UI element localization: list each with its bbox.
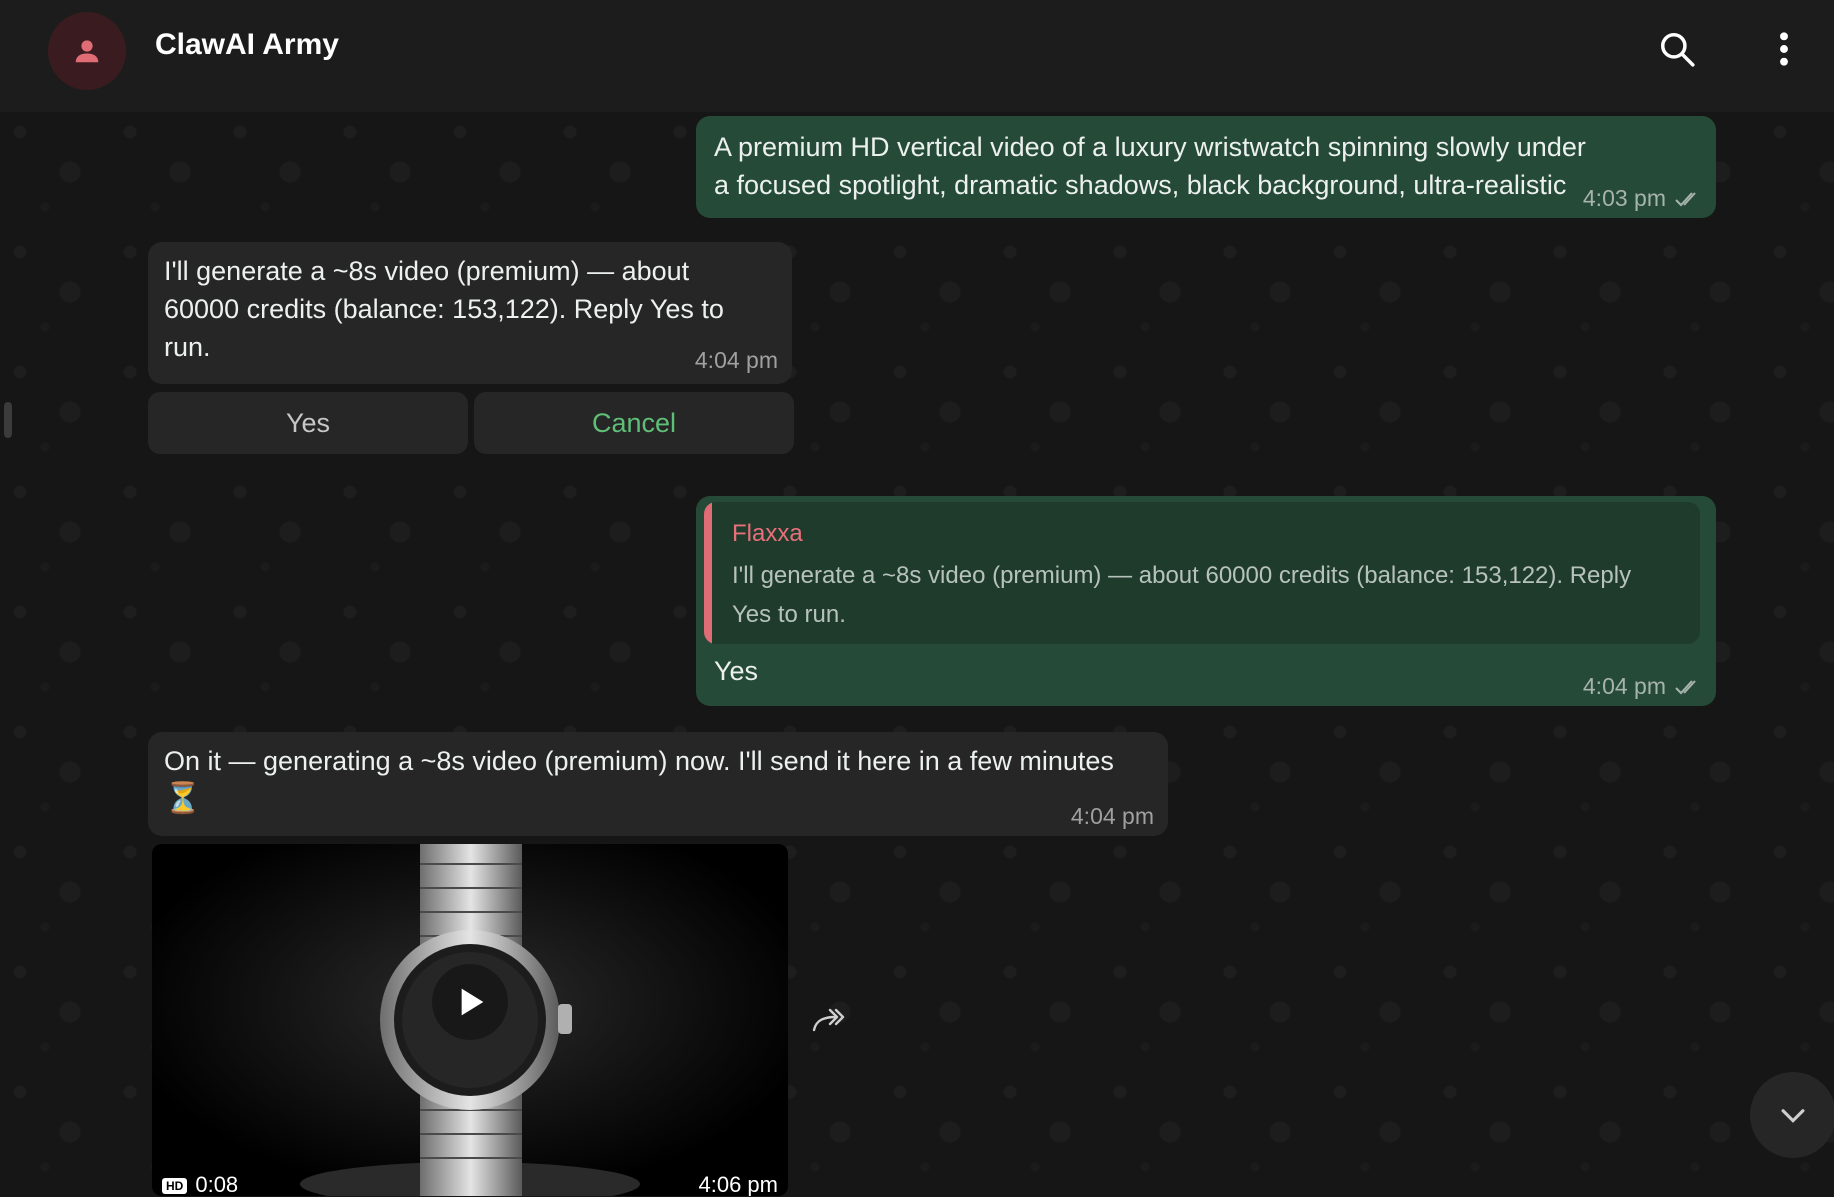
- message-text: Yes: [714, 656, 759, 686]
- quoted-message[interactable]: Flaxxa I'll generate a ~8s video (premiu…: [704, 502, 1700, 644]
- chat-header: ClawAI Army: [0, 0, 1834, 112]
- message-meta: 4:03 pm: [1583, 185, 1700, 212]
- message-text-body: On it — generating a ~8s video (premium)…: [164, 746, 1114, 776]
- hourglass-emoji: ⏳: [164, 782, 202, 815]
- double-check-icon: [1675, 679, 1696, 694]
- message-time: 4:04 pm: [1070, 803, 1154, 829]
- message-outgoing[interactable]: A premium HD vertical video of a luxury …: [696, 116, 1716, 218]
- quote-accent-bar: [704, 502, 712, 644]
- video-message[interactable]: HD 0:08 4:06 pm: [152, 844, 788, 1196]
- message-meta: 4:04 pm: [1071, 803, 1154, 830]
- video-duration: HD 0:08: [162, 1172, 238, 1196]
- message-time: 4:04 pm: [1582, 673, 1666, 699]
- scroll-to-bottom-button[interactable]: [1750, 1072, 1834, 1158]
- message-text: I'll generate a ~8s video (premium) — ab…: [164, 256, 724, 362]
- yes-button[interactable]: Yes: [148, 392, 468, 454]
- video-duration-text: 0:08: [195, 1172, 239, 1196]
- message-time: 4:03 pm: [1582, 185, 1666, 211]
- hd-badge: HD: [162, 1178, 188, 1195]
- message-time: 4:06 pm: [698, 1172, 779, 1196]
- quote-text: I'll generate a ~8s video (premium) — ab…: [732, 562, 1632, 628]
- message-time: 4:04 pm: [694, 347, 778, 373]
- scroll-handle[interactable]: [4, 402, 12, 438]
- double-check-icon: [1675, 191, 1696, 206]
- chevron-down-icon: [1781, 1109, 1805, 1123]
- quote-author: Flaxxa: [732, 520, 803, 547]
- forward-icon[interactable]: [810, 1006, 846, 1041]
- message-incoming[interactable]: On it — generating a ~8s video (premium)…: [148, 732, 1168, 836]
- chat-title[interactable]: ClawAI Army: [155, 28, 339, 62]
- message-text: On it — generating a ~8s video (premium)…: [164, 742, 1144, 818]
- person-icon: [75, 40, 99, 63]
- avatar[interactable]: [48, 12, 126, 90]
- message-text: A premium HD vertical video of a luxury …: [714, 132, 1586, 200]
- search-icon[interactable]: [1658, 30, 1696, 73]
- play-button[interactable]: [432, 964, 508, 1041]
- message-meta: 4:04 pm: [1583, 673, 1700, 700]
- cancel-button[interactable]: Cancel: [474, 392, 794, 454]
- more-vert-icon[interactable]: [1772, 30, 1796, 73]
- message-outgoing-reply[interactable]: Flaxxa I'll generate a ~8s video (premiu…: [696, 496, 1716, 706]
- message-meta: 4:04 pm: [695, 347, 778, 374]
- message-incoming[interactable]: I'll generate a ~8s video (premium) — ab…: [148, 242, 792, 384]
- play-icon: [461, 989, 484, 1016]
